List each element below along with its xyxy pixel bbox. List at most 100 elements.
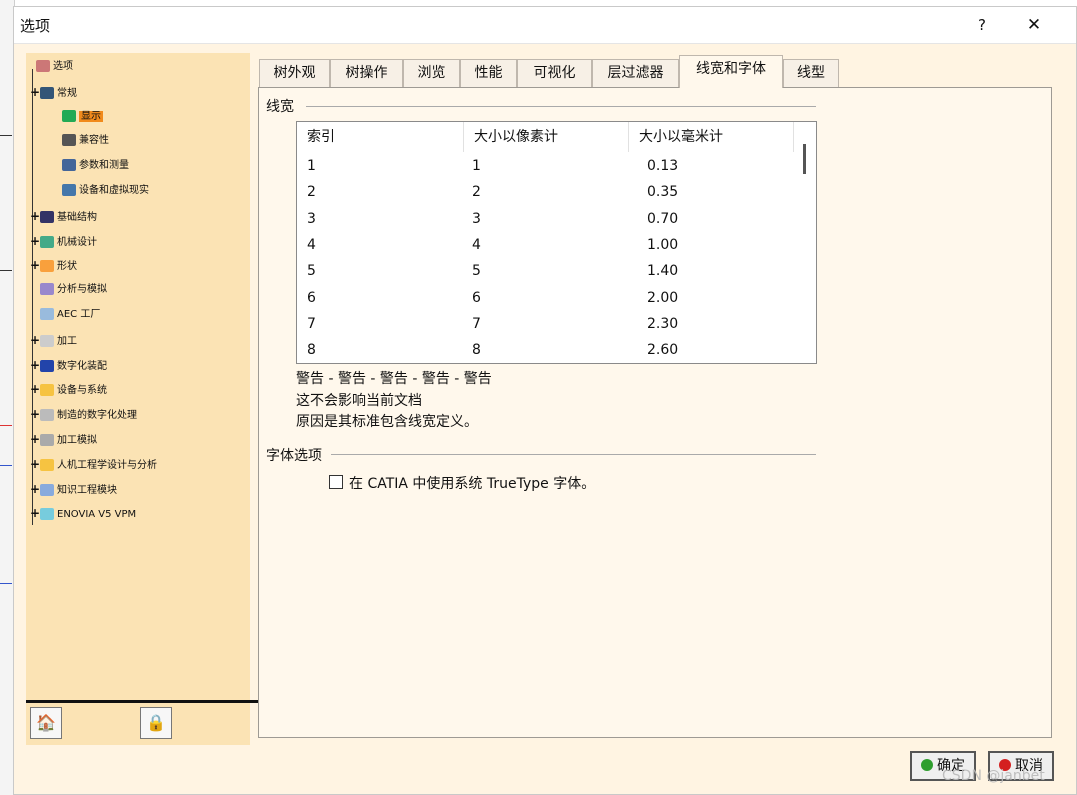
table-cell[interactable]: 2.60 bbox=[647, 337, 678, 363]
tree-item-label: 数字化装配 bbox=[57, 360, 107, 372]
tree-item-label: 形状 bbox=[57, 261, 77, 273]
table-cell[interactable]: 3 bbox=[307, 206, 316, 232]
table-cell[interactable]: 3 bbox=[472, 206, 481, 232]
options-dialog: 选项 ? ✕ 选项 + 常规 显示 兼容性 参数和测量 设备和虚拟现实 + 基础结构 + 机械设计 +… bbox=[13, 6, 1077, 795]
reset-options-button[interactable]: 🏠 bbox=[30, 707, 62, 739]
table-scrollbar[interactable] bbox=[803, 144, 806, 174]
table-cell[interactable]: 2.00 bbox=[647, 285, 678, 311]
expand-toggle[interactable]: + bbox=[30, 206, 40, 226]
expand-toggle[interactable]: + bbox=[30, 503, 40, 523]
tree-item[interactable]: + 制造的数字化处理 bbox=[30, 404, 137, 424]
tab[interactable]: 线型 bbox=[783, 59, 839, 87]
help-button[interactable]: ? bbox=[968, 13, 996, 37]
machining-icon bbox=[40, 334, 54, 347]
table-cell[interactable]: 4 bbox=[472, 232, 481, 258]
truetype-checkbox[interactable] bbox=[329, 475, 343, 489]
aec-plant-icon bbox=[40, 308, 54, 320]
table-cell[interactable]: 1.40 bbox=[647, 258, 678, 284]
table-cell[interactable]: 5 bbox=[307, 258, 316, 284]
tree-item[interactable]: 参数和测量 bbox=[52, 156, 129, 176]
lock-options-button[interactable]: 🔒 bbox=[140, 707, 172, 739]
expand-toggle[interactable]: + bbox=[30, 255, 40, 275]
tree-item-label: 参数和测量 bbox=[79, 160, 129, 172]
tree-item[interactable]: 兼容性 bbox=[52, 131, 109, 151]
expand-toggle[interactable]: + bbox=[30, 479, 40, 499]
tab[interactable]: 树操作 bbox=[330, 59, 403, 87]
tree-item[interactable]: 选项 bbox=[26, 57, 73, 77]
font-group-title: 字体选项 bbox=[266, 448, 322, 464]
table-cell[interactable]: 1 bbox=[472, 153, 481, 179]
dialog-title: 选项 bbox=[20, 17, 51, 35]
table-cell[interactable]: 6 bbox=[472, 285, 481, 311]
digital-mockup-icon bbox=[40, 359, 54, 372]
table-cell[interactable]: 4 bbox=[307, 232, 316, 258]
options-icon bbox=[36, 60, 50, 72]
table-cell[interactable]: 2.30 bbox=[647, 311, 678, 337]
tree-item-label: 设备和虚拟现实 bbox=[79, 185, 149, 196]
table-cell[interactable]: 2 bbox=[472, 179, 481, 205]
column-header-mm[interactable]: 大小以毫米计 bbox=[629, 122, 794, 152]
tree-separator bbox=[26, 700, 264, 703]
tree-item[interactable]: 分析与模拟 bbox=[30, 280, 107, 300]
expand-toggle[interactable]: + bbox=[30, 355, 40, 375]
tab[interactable]: 浏览 bbox=[403, 59, 460, 87]
infrastructure-icon bbox=[40, 210, 54, 223]
tree-item[interactable]: + 人机工程学设计与分析 bbox=[30, 454, 157, 474]
tab[interactable]: 性能 bbox=[460, 59, 517, 87]
table-cell[interactable]: 8 bbox=[307, 337, 316, 363]
tree-item-label: 制造的数字化处理 bbox=[57, 410, 137, 422]
expand-toggle[interactable]: + bbox=[30, 82, 40, 102]
expand-toggle[interactable]: + bbox=[30, 454, 40, 474]
tree-item[interactable]: + 机械设计 bbox=[30, 231, 97, 251]
table-cell[interactable]: 7 bbox=[472, 311, 481, 337]
table-cell[interactable]: 0.70 bbox=[647, 206, 678, 232]
table-cell[interactable]: 8 bbox=[472, 337, 481, 363]
title-bar: 选项 ? ✕ bbox=[14, 7, 1076, 44]
tree-item-label: 常规 bbox=[57, 87, 77, 99]
tree-item[interactable]: AEC 工厂 bbox=[30, 305, 100, 325]
options-tree: 选项 + 常规 显示 兼容性 参数和测量 设备和虚拟现实 + 基础结构 + 机械设计 + 形状 分析与模拟… bbox=[26, 53, 250, 745]
tree-item[interactable]: 设备和虚拟现实 bbox=[52, 181, 149, 201]
column-header-index[interactable]: 索引 bbox=[297, 122, 464, 152]
table-cell[interactable]: 1.00 bbox=[647, 232, 678, 258]
tab[interactable]: 层过滤器 bbox=[592, 59, 679, 87]
tree-item[interactable]: + 形状 bbox=[30, 255, 77, 275]
reset-options-icon: 🏠 bbox=[36, 713, 56, 732]
table-cell[interactable]: 5 bbox=[472, 258, 481, 284]
tab[interactable]: 树外观 bbox=[259, 59, 330, 87]
background-line bbox=[0, 583, 12, 584]
tree-item[interactable]: + 加工模拟 bbox=[30, 429, 97, 449]
expand-toggle[interactable]: + bbox=[30, 330, 40, 350]
tree-item[interactable]: + 数字化装配 bbox=[30, 355, 107, 375]
tree-item[interactable]: 显示 bbox=[52, 107, 103, 127]
tab[interactable]: 线宽和字体 bbox=[679, 55, 783, 88]
column-header-pixels[interactable]: 大小以像素计 bbox=[464, 122, 629, 152]
tree-item[interactable]: + 知识工程模块 bbox=[30, 479, 117, 499]
knowledgeware-icon bbox=[40, 483, 54, 496]
table-cell[interactable]: 1 bbox=[307, 153, 316, 179]
tab[interactable]: 可视化 bbox=[517, 59, 592, 87]
tree-item[interactable]: + ENOVIA V5 VPM bbox=[30, 503, 136, 523]
tree-item[interactable]: + 加工 bbox=[30, 330, 77, 350]
parameters-icon bbox=[62, 159, 76, 172]
close-button[interactable]: ✕ bbox=[1020, 13, 1048, 37]
tree-item-label: 显示 bbox=[79, 110, 103, 122]
expand-toggle[interactable]: + bbox=[30, 231, 40, 251]
expand-toggle[interactable]: + bbox=[30, 379, 40, 399]
tree-item-label: ENOVIA V5 VPM bbox=[57, 509, 137, 521]
linewidth-table[interactable]: 索引 大小以像素计 大小以毫米计 1 1 0.13 2 2 0.35 3 3 0.70 4 4 1.0… bbox=[296, 121, 817, 364]
expand-toggle[interactable]: + bbox=[30, 429, 40, 449]
tree-item[interactable]: + 常规 bbox=[30, 82, 77, 102]
tree-item[interactable]: + 基础结构 bbox=[30, 206, 97, 226]
background-line bbox=[0, 135, 12, 136]
table-cell[interactable]: 2 bbox=[307, 179, 316, 205]
tree-item[interactable]: + 设备与系统 bbox=[30, 379, 107, 399]
truetype-option[interactable]: 在 CATIA 中使用系统 TrueType 字体。 bbox=[329, 473, 595, 493]
table-cell[interactable]: 0.13 bbox=[647, 153, 678, 179]
expand-toggle[interactable]: + bbox=[30, 404, 40, 424]
table-cell[interactable]: 6 bbox=[307, 285, 316, 311]
ok-icon bbox=[921, 759, 933, 771]
table-cell[interactable]: 7 bbox=[307, 311, 316, 337]
tree-item-label: 基础结构 bbox=[57, 211, 97, 223]
table-cell[interactable]: 0.35 bbox=[647, 179, 678, 205]
